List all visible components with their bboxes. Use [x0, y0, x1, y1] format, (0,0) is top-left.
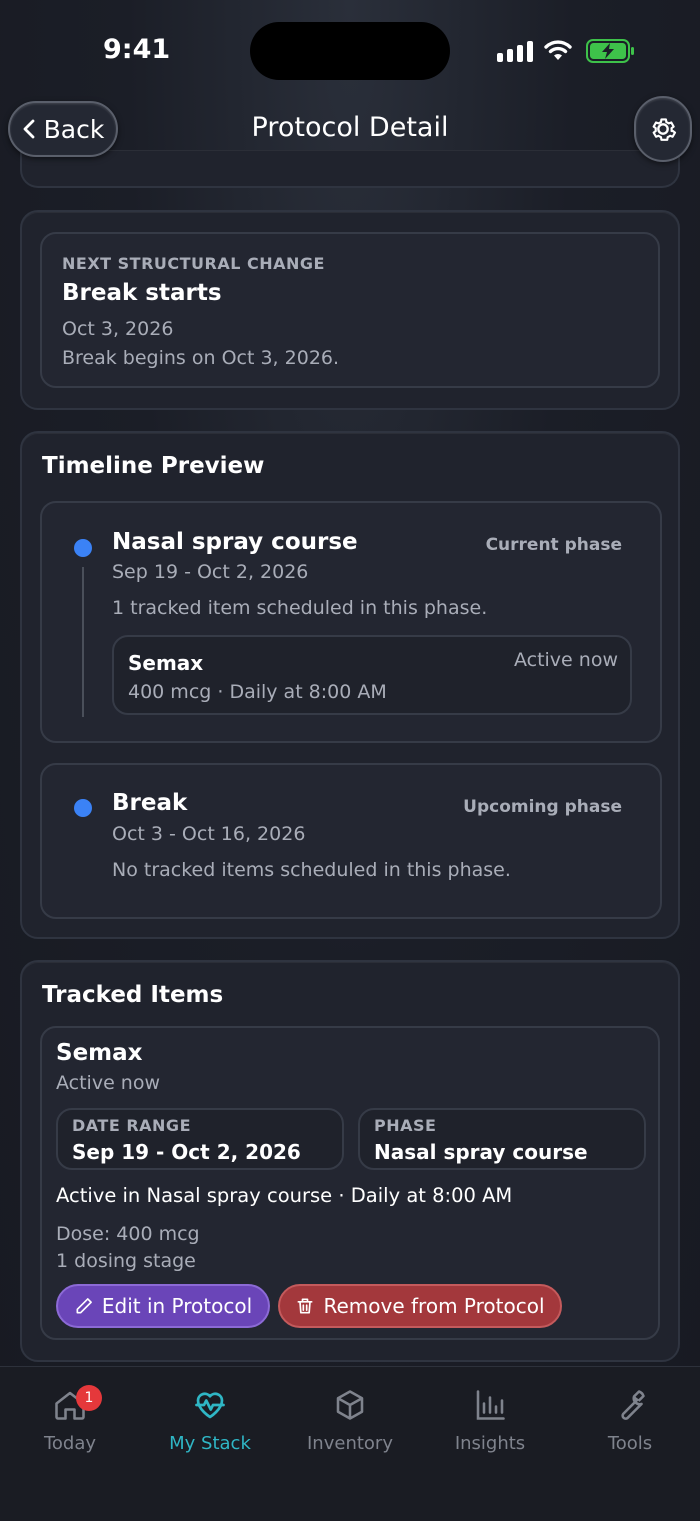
tab-tools[interactable]: Tools — [560, 1387, 700, 1454]
tab-label: My Stack — [169, 1433, 251, 1454]
phase-label: PHASE — [374, 1116, 437, 1135]
phase-summary: No tracked items scheduled in this phase… — [112, 859, 511, 881]
tab-bar: 1 Today My Stack Inventory Insights Tool… — [0, 1366, 700, 1521]
wifi-icon — [544, 40, 572, 60]
box-icon — [336, 1390, 364, 1420]
next-change-caption: NEXT STRUCTURAL CHANGE — [62, 254, 325, 273]
phase-dot-icon — [74, 799, 92, 817]
phase-card[interactable]: Break Upcoming phase Oct 3 - Oct 16, 202… — [40, 763, 662, 919]
phase-item-status: Active now — [513, 649, 618, 671]
bar-chart-icon — [476, 1390, 505, 1420]
tracked-item-stages: 1 dosing stage — [56, 1250, 196, 1272]
edit-in-protocol-button[interactable]: Edit in Protocol — [56, 1284, 270, 1328]
tracked-item-name: Semax — [56, 1040, 143, 1066]
phase-status: Upcoming phase — [463, 797, 622, 817]
heart-pulse-icon — [195, 1392, 225, 1419]
phase-status: Current phase — [485, 535, 622, 555]
phase-card[interactable]: Nasal spray course Current phase Sep 19 … — [40, 501, 662, 743]
status-bar: 9:41 — [0, 0, 700, 96]
navigation-bar: Back Protocol Detail — [0, 96, 700, 180]
remove-from-protocol-button[interactable]: Remove from Protocol — [278, 1284, 562, 1328]
tab-inventory[interactable]: Inventory — [280, 1387, 420, 1454]
timeline-connector — [82, 567, 84, 717]
tab-today[interactable]: 1 Today — [0, 1385, 140, 1454]
tab-my-stack[interactable]: My Stack — [140, 1387, 280, 1454]
next-change-inner: NEXT STRUCTURAL CHANGE Break starts Oct … — [40, 232, 660, 388]
phase-item-name: Semax — [128, 651, 204, 675]
phase-item-card[interactable]: Semax Active now 400 mcg · Daily at 8:00… — [112, 635, 632, 715]
tab-label: Tools — [607, 1433, 653, 1454]
timeline-title: Timeline Preview — [42, 453, 265, 479]
phase-dot-icon — [74, 539, 92, 557]
tracked-item-dose: Dose: 400 mcg — [56, 1223, 200, 1245]
tracked-item-status: Active now — [56, 1072, 161, 1094]
status-time: 9:41 — [103, 34, 171, 65]
next-change-description: Break begins on Oct 3, 2026. — [62, 347, 340, 369]
next-change-card: NEXT STRUCTURAL CHANGE Break starts Oct … — [20, 210, 680, 410]
phase-name: Nasal spray course — [112, 529, 358, 555]
tab-label: Today — [43, 1433, 97, 1454]
tracked-item-schedule: Active in Nasal spray course · Daily at … — [56, 1184, 513, 1207]
edit-label: Edit in Protocol — [101, 1294, 253, 1318]
tab-label: Insights — [454, 1433, 526, 1454]
timeline-preview-card: Timeline Preview Nasal spray course Curr… — [20, 431, 680, 939]
remove-label: Remove from Protocol — [323, 1294, 545, 1318]
gear-icon — [652, 118, 677, 141]
dynamic-island — [250, 22, 450, 80]
battery-charging-icon — [586, 39, 634, 63]
phase-summary: 1 tracked item scheduled in this phase. — [112, 597, 488, 619]
wrench-icon — [621, 1390, 645, 1420]
phase-name: Break — [112, 790, 188, 816]
next-change-date: Oct 3, 2026 — [62, 318, 174, 340]
pencil-icon — [76, 1298, 92, 1314]
tab-label: Inventory — [307, 1433, 393, 1454]
tab-insights[interactable]: Insights — [420, 1387, 560, 1454]
date-range-value: Sep 19 - Oct 2, 2026 — [72, 1140, 301, 1164]
phase-dates: Oct 3 - Oct 16, 2026 — [112, 823, 306, 845]
settings-button[interactable] — [634, 96, 692, 162]
phase-box: PHASE Nasal spray course — [358, 1108, 646, 1170]
phase-item-detail: 400 mcg · Daily at 8:00 AM — [128, 681, 387, 703]
cellular-signal-icon — [497, 40, 533, 62]
tracked-title: Tracked Items — [42, 982, 224, 1008]
next-change-title: Break starts — [62, 280, 222, 306]
tracked-item-card[interactable]: Semax Active now DATE RANGE Sep 19 - Oct… — [40, 1026, 660, 1340]
page-title: Protocol Detail — [251, 112, 449, 143]
tracked-items-card: Tracked Items Semax Active now DATE RANG… — [20, 960, 680, 1362]
notification-badge: 1 — [76, 1385, 102, 1411]
trash-icon — [297, 1298, 313, 1314]
phase-dates: Sep 19 - Oct 2, 2026 — [112, 561, 309, 583]
phase-value: Nasal spray course — [374, 1140, 588, 1164]
date-range-label: DATE RANGE — [72, 1116, 191, 1135]
date-range-box: DATE RANGE Sep 19 - Oct 2, 2026 — [56, 1108, 344, 1170]
